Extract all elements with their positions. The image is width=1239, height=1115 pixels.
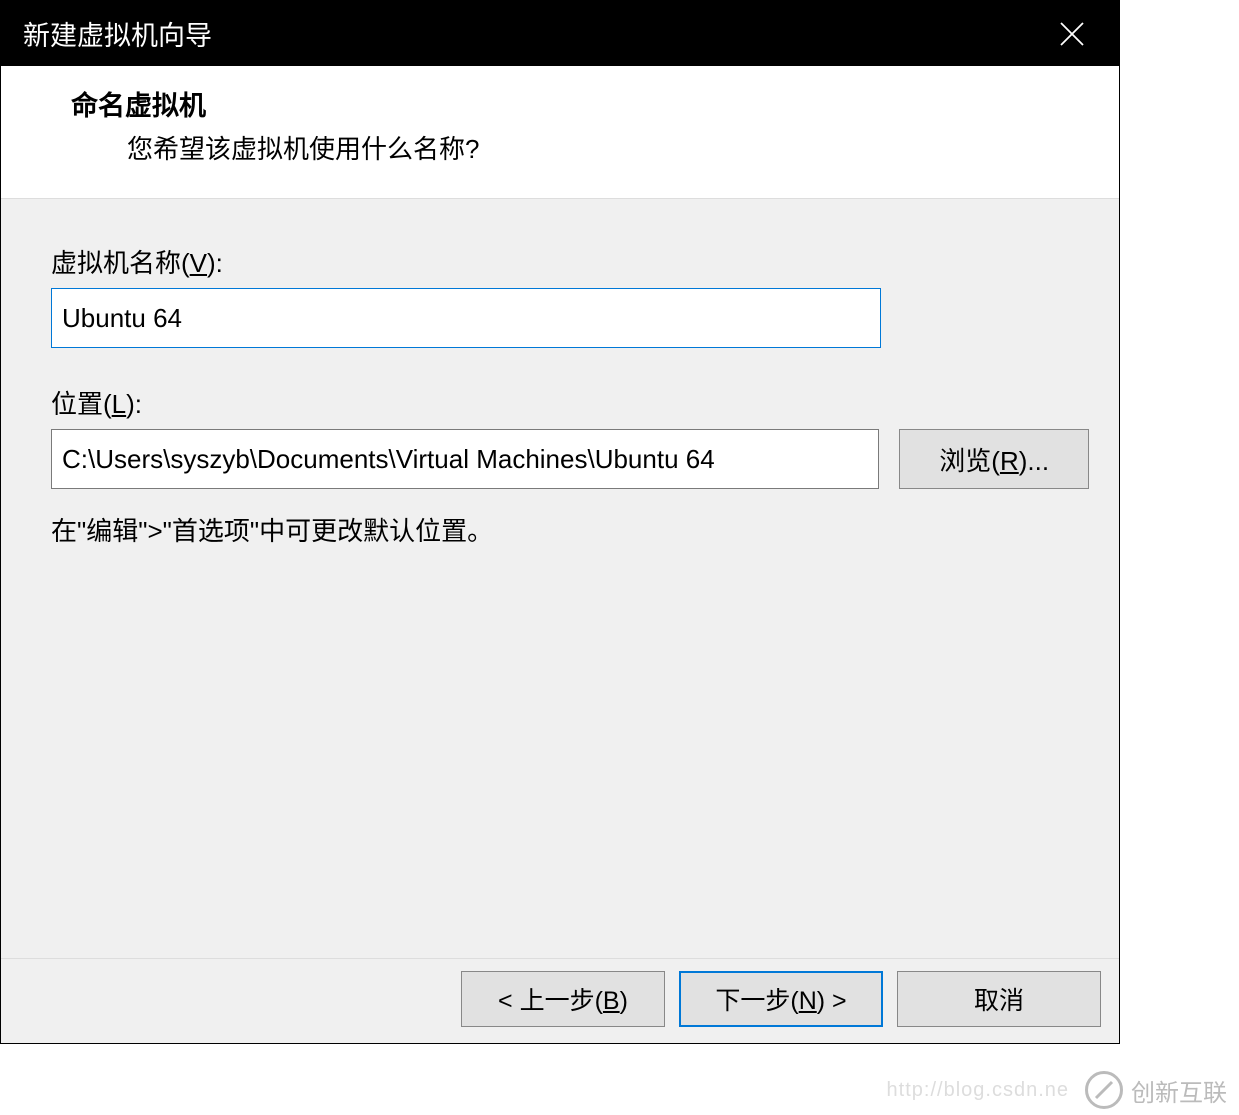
vm-name-label: 虚拟机名称(V): [51,243,223,280]
close-icon [1059,21,1085,47]
next-button[interactable]: 下一步(N) > [679,971,883,1027]
cancel-button[interactable]: 取消 [897,971,1101,1027]
vm-name-input[interactable] [51,288,881,348]
location-input[interactable] [51,429,879,489]
watermark-logo-icon [1085,1071,1123,1109]
wizard-header: 命名虚拟机 您希望该虚拟机使用什么名称? [1,66,1119,199]
page-subtitle: 您希望该虚拟机使用什么名称? [127,129,1119,166]
watermark-url: http://blog.csdn.ne [887,1079,1069,1102]
browse-button[interactable]: 浏览(R)... [899,429,1089,489]
wizard-body: 虚拟机名称(V): 位置(L): 浏览(R)... 在"编辑">"首选项"中可更… [1,199,1119,959]
location-hint: 在"编辑">"首选项"中可更改默认位置。 [51,511,1089,548]
window-title: 新建虚拟机向导 [23,14,212,53]
wizard-footer: < 上一步(B) 下一步(N) > 取消 [1,959,1119,1043]
close-button[interactable] [1047,1,1097,66]
watermark: http://blog.csdn.ne 创新互联 [887,1071,1227,1109]
watermark-brand: 创新互联 [1131,1073,1227,1108]
location-label: 位置(L): [51,384,142,421]
page-title: 命名虚拟机 [71,84,1119,123]
back-button[interactable]: < 上一步(B) [461,971,665,1027]
titlebar: 新建虚拟机向导 [1,1,1119,66]
wizard-dialog: 新建虚拟机向导 命名虚拟机 您希望该虚拟机使用什么名称? 虚拟机名称(V): [0,0,1120,1044]
